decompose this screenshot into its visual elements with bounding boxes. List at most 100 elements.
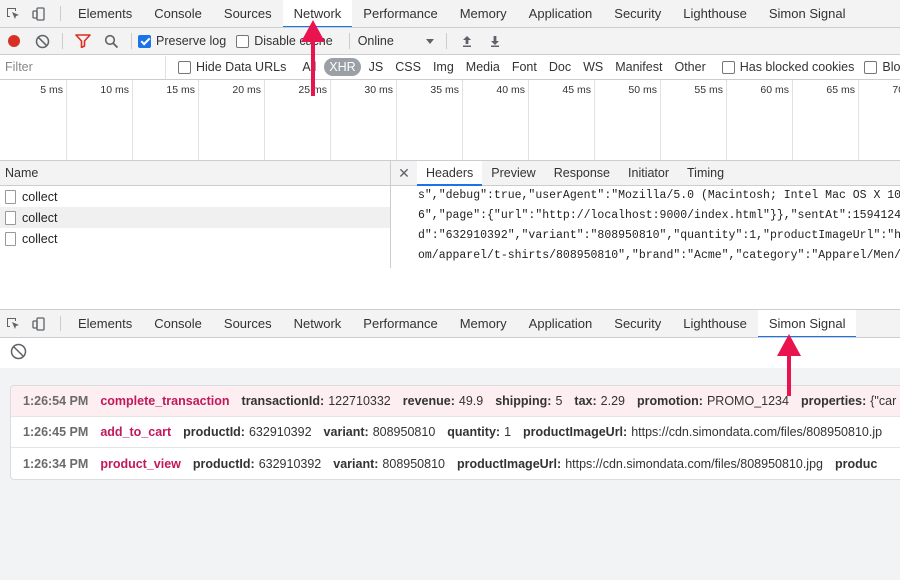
type-filter-css[interactable]: CSS bbox=[391, 58, 425, 76]
hide-data-urls-check[interactable] bbox=[178, 60, 191, 74]
event-field-key: variant: bbox=[333, 456, 379, 471]
type-filter-xhr[interactable]: XHR bbox=[324, 58, 361, 76]
request-row[interactable]: collect bbox=[0, 186, 390, 207]
type-filter-font[interactable]: Font bbox=[508, 58, 541, 76]
tab-network[interactable]: Network bbox=[282, 0, 353, 27]
filter-input[interactable] bbox=[0, 55, 166, 79]
timeline-tick-label: 50 ms bbox=[628, 84, 657, 96]
inspect-element-icon[interactable] bbox=[0, 0, 26, 27]
clear-icon[interactable] bbox=[28, 28, 56, 54]
record-icon[interactable] bbox=[0, 28, 28, 54]
type-filter-doc[interactable]: Doc bbox=[545, 58, 575, 76]
bottom-devtools-tabbar: Elements Console Sources Network Perform… bbox=[0, 310, 900, 338]
tab-application[interactable]: Application bbox=[518, 310, 604, 337]
tab-simon-signal[interactable]: Simon Signal bbox=[758, 0, 857, 27]
timeline-gridline bbox=[660, 80, 661, 160]
timeline-tick-label: 45 ms bbox=[562, 84, 591, 96]
tab-simon-signal[interactable]: Simon Signal bbox=[757, 310, 857, 337]
event-field-key: productId: bbox=[192, 456, 255, 471]
payload-line: d":"632910392","variant":"808950810","qu… bbox=[418, 229, 900, 242]
type-filter-all[interactable]: All bbox=[298, 58, 320, 76]
event-field-key: quantity: bbox=[447, 425, 501, 439]
type-filter-img[interactable]: Img bbox=[429, 58, 458, 76]
tab-sources[interactable]: Sources bbox=[213, 310, 283, 337]
timeline-gridline bbox=[528, 80, 529, 160]
tab-lighthouse[interactable]: Lighthouse bbox=[672, 310, 758, 337]
event-field-value: 5 bbox=[555, 394, 563, 408]
request-name: collect bbox=[22, 189, 58, 204]
type-filter-manifest[interactable]: Manifest bbox=[611, 58, 666, 76]
import-har-icon[interactable] bbox=[453, 28, 481, 54]
request-row[interactable]: collect bbox=[0, 228, 390, 249]
tab-preview[interactable]: Preview bbox=[482, 161, 544, 185]
tab-console[interactable]: Console bbox=[143, 310, 213, 337]
preserve-log-check[interactable] bbox=[138, 34, 151, 48]
event-field-value: 632910392 bbox=[258, 456, 322, 471]
device-toolbar-icon[interactable] bbox=[26, 310, 52, 337]
name-column-header[interactable]: Name bbox=[0, 161, 390, 186]
clear-icon[interactable] bbox=[10, 343, 27, 363]
has-blocked-cookies-check[interactable] bbox=[721, 60, 735, 74]
blocked-requests-checkbox[interactable]: Blocked Requests bbox=[864, 60, 900, 74]
filter-icon[interactable] bbox=[69, 28, 97, 54]
type-filter-other[interactable]: Other bbox=[670, 58, 709, 76]
close-icon[interactable]: ✕ bbox=[391, 161, 417, 185]
event-field-value: 808950810 bbox=[372, 425, 436, 439]
tab-network[interactable]: Network bbox=[283, 310, 353, 337]
type-filter-ws[interactable]: WS bbox=[579, 58, 607, 76]
event-field-key: transactionId: bbox=[241, 394, 325, 408]
disable-cache-check[interactable] bbox=[236, 34, 250, 48]
tab-lighthouse[interactable]: Lighthouse bbox=[672, 0, 758, 27]
event-field-value: 632910392 bbox=[248, 425, 312, 439]
chevron-down-icon bbox=[425, 38, 434, 44]
tab-elements[interactable]: Elements bbox=[67, 310, 143, 337]
event-field-key: shipping: bbox=[495, 394, 552, 408]
panel-gap bbox=[0, 268, 900, 310]
tab-performance[interactable]: Performance bbox=[352, 0, 448, 27]
event-field-key: revenue: bbox=[402, 394, 455, 408]
preserve-log-checkbox[interactable]: Preserve log bbox=[138, 34, 226, 48]
request-row[interactable]: collect bbox=[0, 207, 390, 228]
export-har-icon[interactable] bbox=[481, 28, 509, 54]
request-name: collect bbox=[22, 231, 58, 246]
tab-application[interactable]: Application bbox=[518, 0, 604, 27]
event-row[interactable]: 1:26:45 PM add_to_cart productId: 632910392… bbox=[11, 417, 900, 448]
timeline-overview[interactable]: 5 ms 10 ms 15 ms 20 ms 25 ms 30 ms 35 ms 40 ms 4… bbox=[0, 80, 900, 161]
request-name: collect bbox=[22, 210, 58, 225]
tab-security[interactable]: Security bbox=[603, 0, 672, 27]
timeline-tick-label: 55 ms bbox=[694, 84, 723, 96]
event-field-value: https://cdn.simondata.com/files/80895081… bbox=[631, 425, 883, 439]
event-row[interactable]: 1:26:54 PM complete_transaction transactio… bbox=[11, 386, 900, 417]
tab-elements[interactable]: Elements bbox=[67, 0, 143, 27]
type-filter-js[interactable]: JS bbox=[365, 58, 388, 76]
document-icon bbox=[5, 231, 16, 246]
tab-response[interactable]: Response bbox=[545, 161, 619, 185]
tab-headers[interactable]: Headers bbox=[417, 161, 483, 186]
event-field-key: tax: bbox=[574, 394, 597, 408]
tab-security[interactable]: Security bbox=[603, 310, 672, 337]
type-filter-media[interactable]: Media bbox=[462, 58, 504, 76]
throttling-select[interactable]: Online bbox=[356, 34, 434, 48]
hide-data-urls-checkbox[interactable]: Hide Data URLs bbox=[178, 60, 286, 74]
timeline-gridline bbox=[792, 80, 793, 160]
disable-cache-checkbox[interactable]: Disable cache bbox=[236, 34, 333, 48]
toolbar-divider bbox=[131, 33, 132, 49]
device-toolbar-icon[interactable] bbox=[26, 0, 52, 27]
disable-cache-label: Disable cache bbox=[254, 34, 333, 48]
blocked-requests-check[interactable] bbox=[864, 60, 878, 74]
tab-memory[interactable]: Memory bbox=[449, 310, 518, 337]
document-icon bbox=[5, 189, 16, 204]
tab-sources[interactable]: Sources bbox=[213, 0, 283, 27]
filter-bar: Hide Data URLs All XHR JS CSS Img Media … bbox=[0, 55, 900, 80]
has-blocked-cookies-checkbox[interactable]: Has blocked cookies bbox=[721, 60, 854, 74]
top-devtools-tabbar: Elements Console Sources Network Perform… bbox=[0, 0, 900, 28]
tab-console[interactable]: Console bbox=[143, 0, 213, 27]
inspect-element-icon[interactable] bbox=[0, 310, 26, 337]
tab-performance[interactable]: Performance bbox=[352, 310, 448, 337]
tab-memory[interactable]: Memory bbox=[449, 0, 518, 27]
tab-initiator[interactable]: Initiator bbox=[619, 161, 678, 185]
event-row[interactable]: 1:26:34 PM product_view productId: 63291039… bbox=[11, 448, 900, 479]
tab-timing[interactable]: Timing bbox=[678, 161, 733, 185]
search-icon[interactable] bbox=[97, 28, 125, 54]
event-field-value: 1 bbox=[504, 425, 512, 439]
